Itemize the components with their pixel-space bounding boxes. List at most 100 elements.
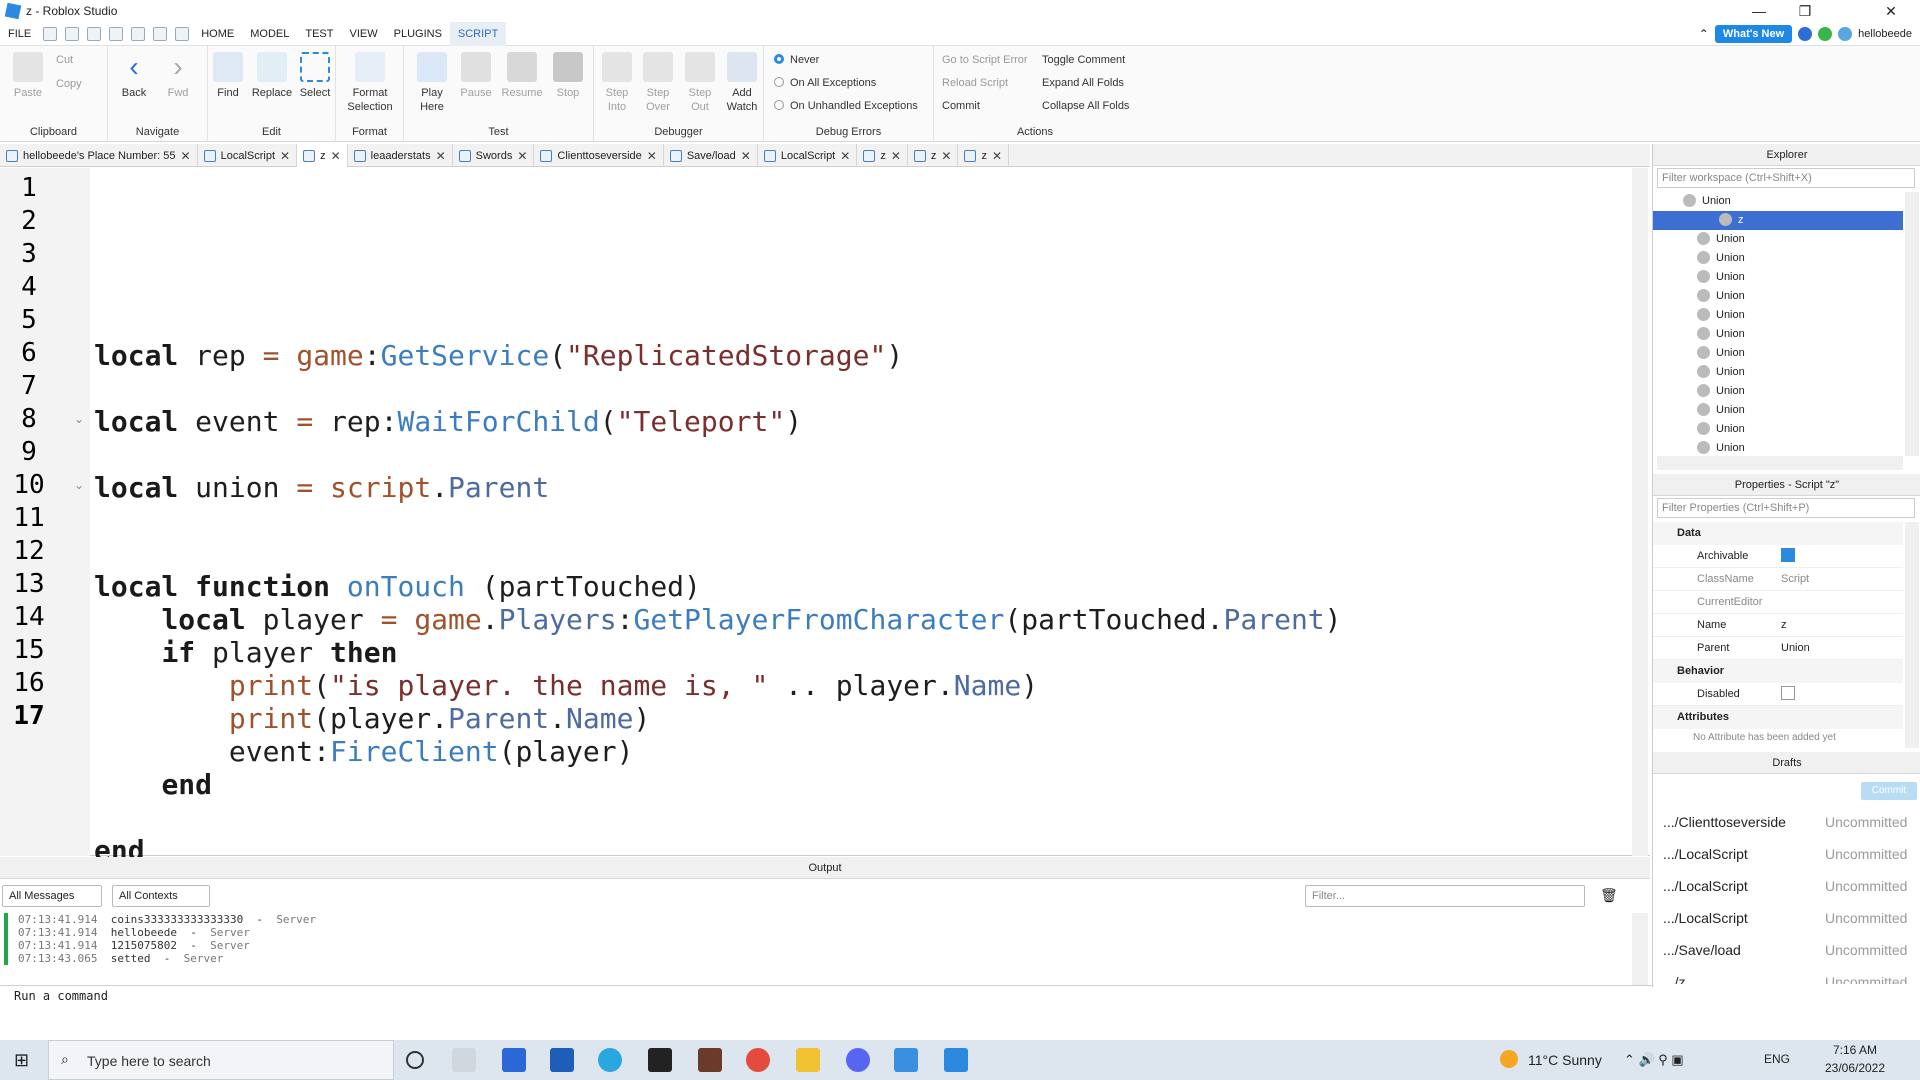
- file-explorer-icon[interactable]: [796, 1048, 820, 1072]
- tree-item-union[interactable]: Union: [1653, 439, 1903, 456]
- radio-all-exceptions[interactable]: On All Exceptions: [774, 77, 876, 89]
- clock-time[interactable]: 7:16 AM: [1818, 1043, 1892, 1057]
- goto-script-error-button[interactable]: Go to Script Error: [942, 54, 1028, 66]
- code-editor[interactable]: 1 2 3 4 5 6 7 8 9 10 11 12 13 14 15 16 17 ⌄ ⌄ local rep …: [0, 168, 1650, 903]
- menu-file[interactable]: FILE: [0, 22, 39, 46]
- draft-item[interactable]: .../Save/load Uncommitted: [1663, 934, 1913, 966]
- menu-home[interactable]: HOME: [193, 22, 242, 46]
- resume-button[interactable]: Resume: [498, 52, 546, 100]
- script-tab[interactable]: z ✕: [297, 144, 348, 167]
- tray-icons[interactable]: ⌃ 🔊 ⚲ ▣: [1624, 1052, 1684, 1068]
- mail-icon[interactable]: [550, 1048, 574, 1072]
- add-watch-button[interactable]: Add Watch: [722, 52, 762, 114]
- redo-arrow-icon[interactable]: [175, 26, 190, 41]
- explorer-hscrollbar[interactable]: [1657, 456, 1903, 470]
- section-attributes[interactable]: Attributes: [1653, 706, 1903, 729]
- fold-toggle-icon[interactable]: ⌄: [74, 412, 86, 426]
- tab-close-icon[interactable]: ✕: [840, 149, 850, 163]
- chrome-icon[interactable]: [746, 1048, 770, 1072]
- collapse-ribbon-icon[interactable]: ⌃: [1699, 27, 1709, 41]
- tree-item-union[interactable]: Union: [1653, 325, 1903, 344]
- stop-button[interactable]: Stop: [548, 52, 588, 100]
- tree-item-union[interactable]: Union: [1653, 420, 1903, 439]
- stop-small-icon[interactable]: [131, 26, 146, 41]
- menu-view[interactable]: VIEW: [341, 22, 385, 46]
- language-indicator[interactable]: ENG: [1764, 1052, 1790, 1066]
- clock-date[interactable]: 23/06/2022: [1818, 1061, 1892, 1075]
- roblox-icon[interactable]: [894, 1048, 918, 1072]
- pause-button[interactable]: Pause: [456, 52, 496, 100]
- prop-parent[interactable]: Parent Union: [1653, 637, 1903, 660]
- radio-unhandled-exceptions[interactable]: On Unhandled Exceptions: [774, 100, 918, 112]
- tab-close-icon[interactable]: ✕: [647, 149, 657, 163]
- notion-icon[interactable]: [648, 1048, 672, 1072]
- properties-filter-input[interactable]: Filter Properties (Ctrl+Shift+P): [1657, 498, 1915, 518]
- paste-button[interactable]: Paste: [10, 52, 46, 100]
- new-file-icon[interactable]: [43, 26, 58, 41]
- script-tab[interactable]: hellobeede's Place Number: 55 ✕: [0, 144, 198, 167]
- publish-icon[interactable]: [109, 26, 124, 41]
- script-tab[interactable]: z ✕: [958, 144, 1009, 167]
- tree-item-script[interactable]: z: [1653, 211, 1903, 230]
- edge-icon[interactable]: [598, 1048, 622, 1072]
- output-scrollbar[interactable]: [1632, 913, 1648, 985]
- help-icon[interactable]: [1798, 27, 1813, 41]
- username[interactable]: hellobeede: [1858, 28, 1912, 40]
- minimize-button[interactable]: —: [1736, 0, 1782, 22]
- app-icon[interactable]: [698, 1048, 722, 1072]
- cortana-icon[interactable]: [406, 1051, 424, 1069]
- draft-item[interactable]: .../z Uncommitted: [1663, 966, 1913, 984]
- messages-filter-dropdown[interactable]: All Messages: [2, 885, 102, 907]
- tree-item-union[interactable]: Union: [1653, 287, 1903, 306]
- toggle-comment-button[interactable]: Toggle Comment: [1042, 54, 1125, 66]
- editor-scrollbar[interactable]: [1632, 168, 1648, 856]
- cut-button[interactable]: Cut: [56, 54, 73, 66]
- task-view-icon[interactable]: [452, 1048, 476, 1072]
- tree-item-union[interactable]: Union: [1653, 382, 1903, 401]
- script-tab[interactable]: LocalScript ✕: [758, 144, 858, 167]
- checkbox-checked-icon[interactable]: [1781, 548, 1795, 562]
- taskbar-search[interactable]: ⌕ Type here to search: [48, 1040, 394, 1080]
- share-icon[interactable]: [1838, 27, 1853, 41]
- tab-close-icon[interactable]: ✕: [517, 149, 527, 163]
- tree-item-union[interactable]: Union: [1653, 401, 1903, 420]
- draft-item[interactable]: .../Clienttoseverside Uncommitted: [1663, 806, 1913, 838]
- script-tab[interactable]: z ✕: [857, 144, 908, 167]
- find-button[interactable]: Find: [210, 52, 246, 100]
- drafts-commit-button[interactable]: Commit: [1861, 782, 1917, 800]
- menu-script[interactable]: SCRIPT: [449, 21, 507, 46]
- script-tab[interactable]: Save/load ✕: [664, 144, 758, 167]
- open-icon[interactable]: [65, 26, 80, 41]
- radio-never[interactable]: Never: [774, 54, 819, 66]
- prop-name[interactable]: Name z: [1653, 614, 1903, 637]
- script-tab[interactable]: z ✕: [908, 144, 959, 167]
- draft-item[interactable]: .../LocalScript Uncommitted: [1663, 902, 1913, 934]
- contexts-filter-dropdown[interactable]: All Contexts: [112, 885, 210, 907]
- clear-output-icon[interactable]: 🗑: [1600, 887, 1618, 904]
- step-over-button[interactable]: Step Over: [638, 52, 678, 114]
- reload-script-button[interactable]: Reload Script: [942, 77, 1008, 89]
- copy-button[interactable]: Copy: [56, 78, 82, 90]
- draft-item[interactable]: .../LocalScript Uncommitted: [1663, 838, 1913, 870]
- redo-icon[interactable]: [87, 26, 102, 41]
- select-button[interactable]: Select: [296, 52, 334, 100]
- fold-toggle-icon[interactable]: ⌄: [74, 478, 86, 492]
- tab-close-icon[interactable]: ✕: [891, 149, 901, 163]
- expand-all-folds-button[interactable]: Expand All Folds: [1042, 77, 1124, 89]
- maximize-button[interactable]: ❐: [1782, 0, 1828, 22]
- tab-close-icon[interactable]: ✕: [436, 149, 446, 163]
- tree-item-union[interactable]: Union: [1653, 344, 1903, 363]
- weather-text[interactable]: 11°C Sunny: [1528, 1052, 1602, 1068]
- script-tab[interactable]: Swords ✕: [453, 144, 535, 167]
- tab-close-icon[interactable]: ✕: [941, 149, 951, 163]
- tree-item-union[interactable]: Union: [1653, 268, 1903, 287]
- format-selection-button[interactable]: Format Selection: [342, 52, 398, 114]
- menu-plugins[interactable]: PLUGINS: [386, 22, 450, 46]
- command-bar[interactable]: Run a command: [0, 985, 1920, 1005]
- script-tab[interactable]: LocalScript ✕: [198, 144, 298, 167]
- whats-new-button[interactable]: What's New: [1714, 25, 1793, 43]
- tab-close-icon[interactable]: ✕: [331, 149, 341, 163]
- explorer-filter-input[interactable]: Filter workspace (Ctrl+Shift+X): [1657, 168, 1915, 188]
- undo-icon[interactable]: [153, 26, 168, 41]
- tree-item-union[interactable]: Union: [1653, 249, 1903, 268]
